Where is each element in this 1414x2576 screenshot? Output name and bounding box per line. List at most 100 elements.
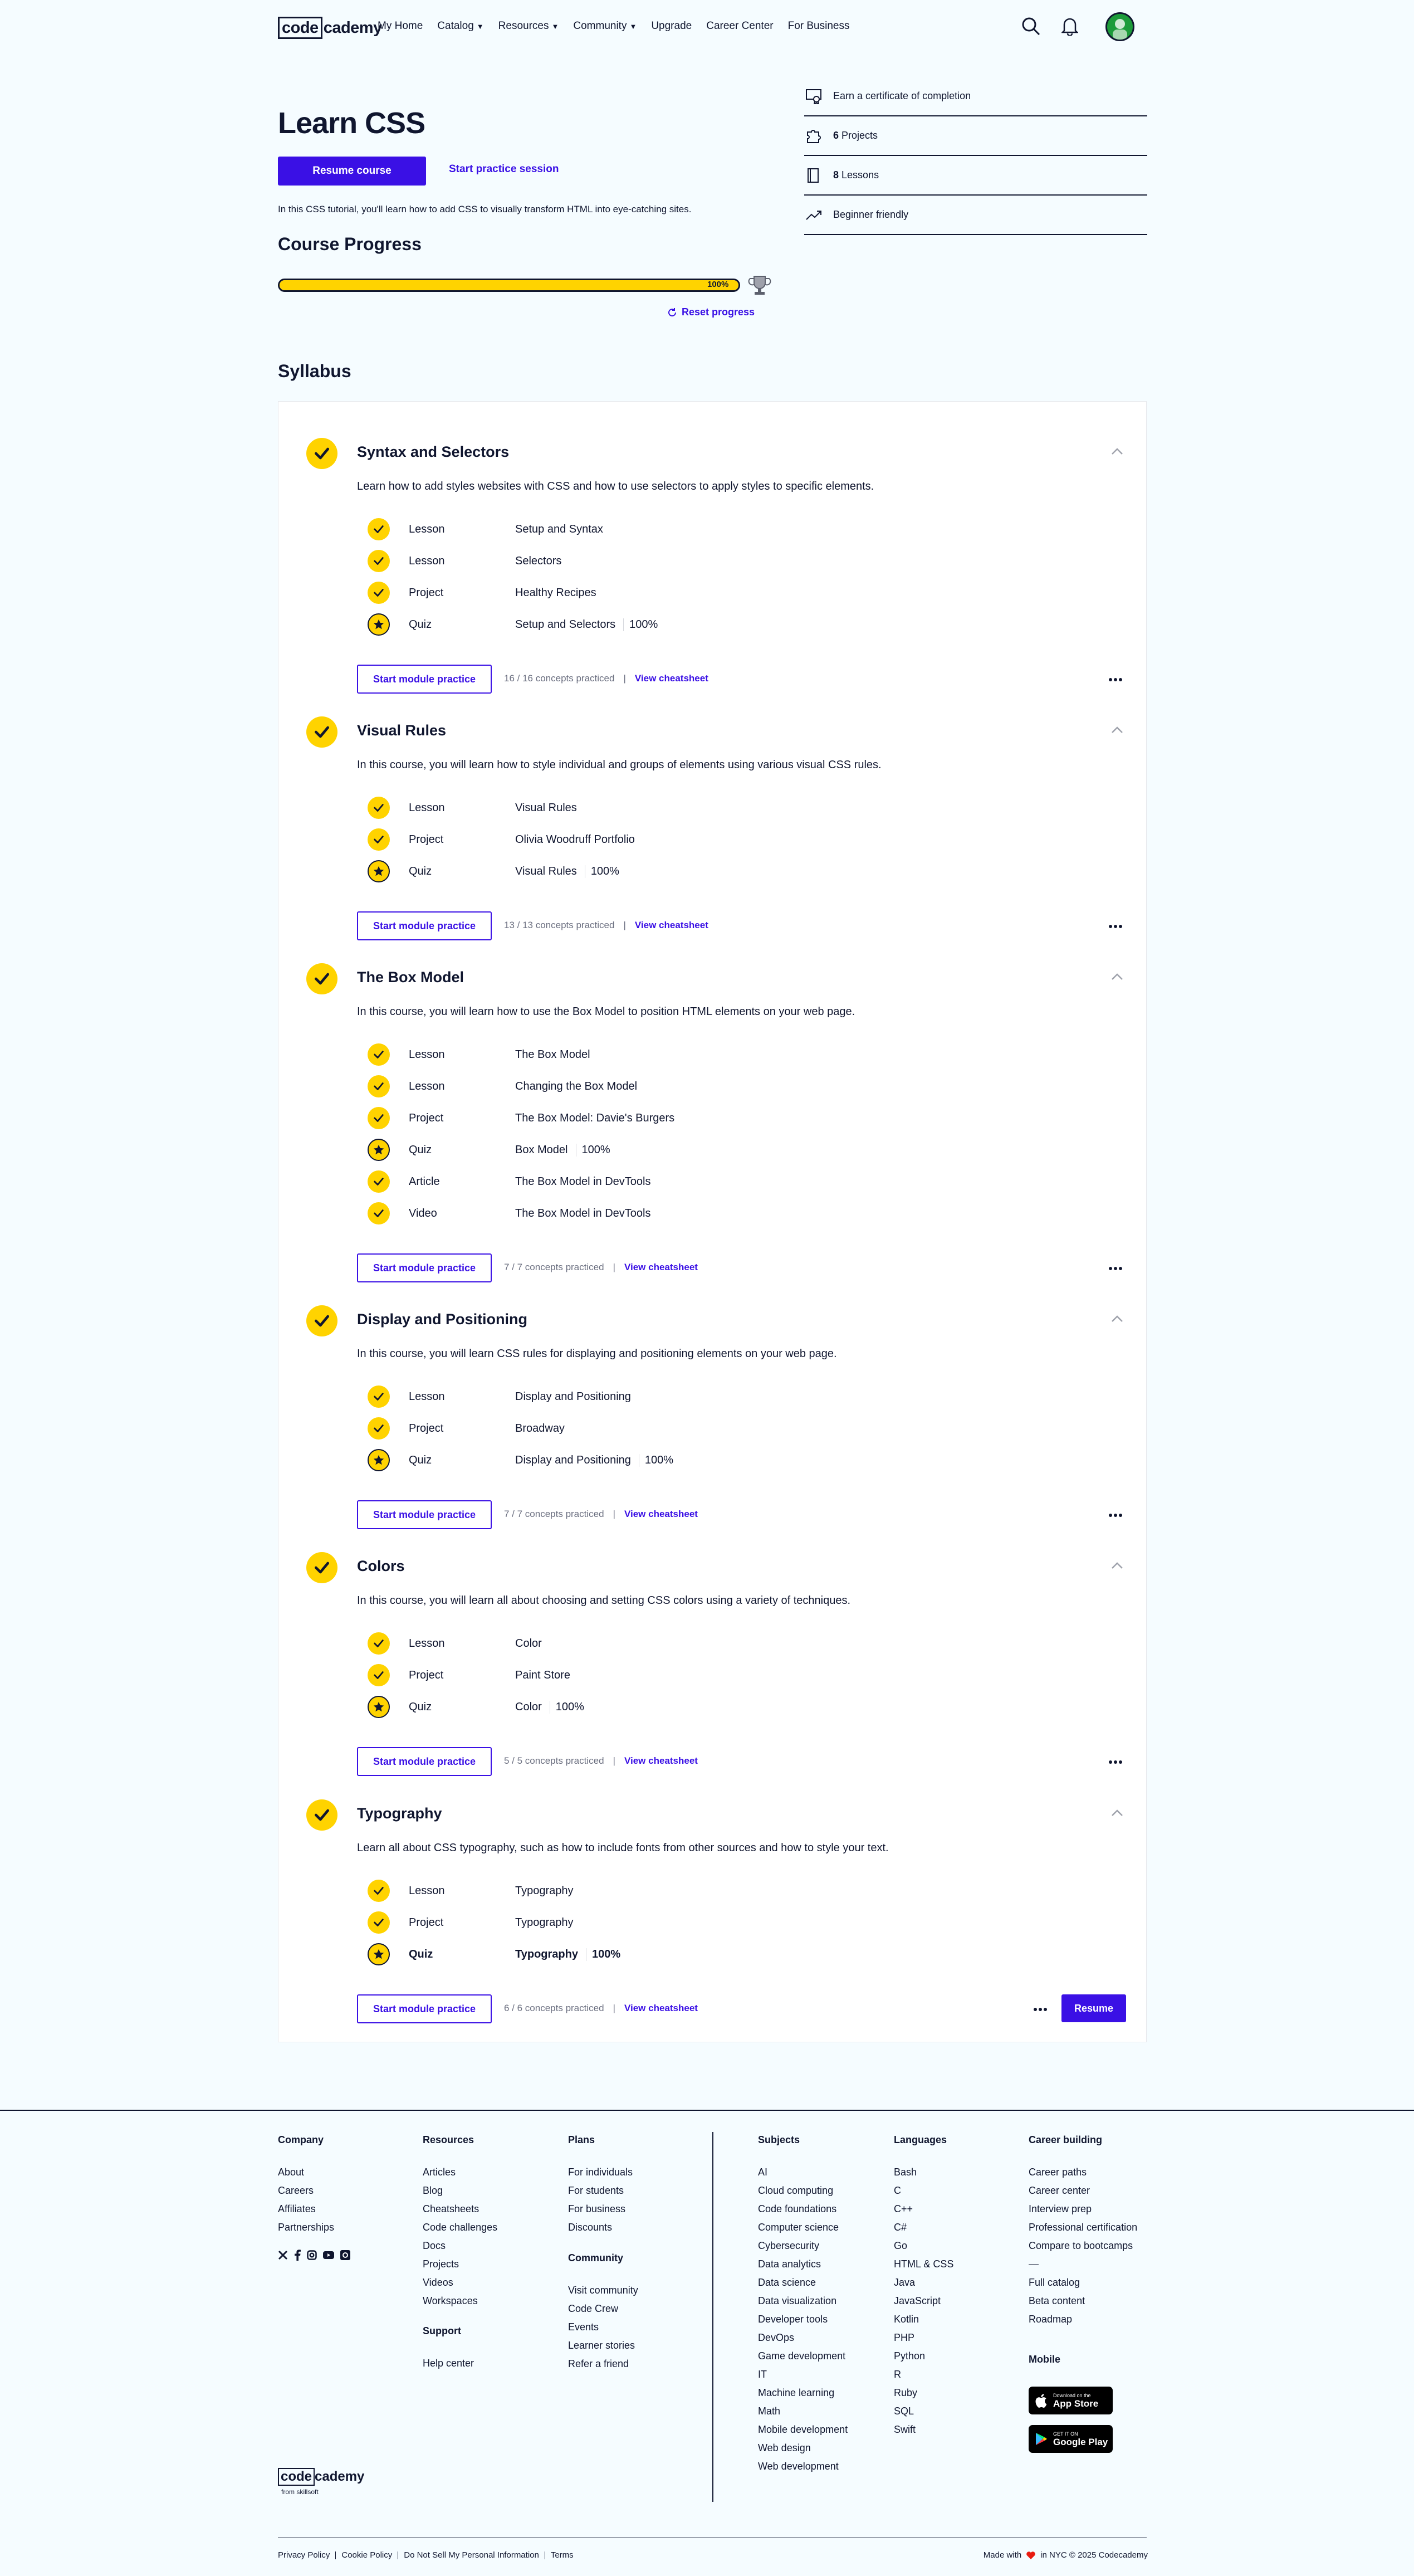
footer-link[interactable]: Data science — [758, 2273, 848, 2292]
do-not-sell-link[interactable]: Do Not Sell My Personal Information — [404, 2550, 539, 2560]
module-item[interactable]: Quiz Display and Positioning 100% — [368, 1449, 1092, 1471]
footer-link[interactable]: Professional certification — [1029, 2218, 1137, 2237]
footer-logo[interactable]: code cademy from skillsoft — [278, 2468, 364, 2496]
module-item[interactable]: Project Broadway — [368, 1417, 1092, 1440]
footer-link[interactable]: Beta content — [1029, 2292, 1137, 2310]
view-cheatsheet-link[interactable]: View cheatsheet — [635, 673, 708, 684]
footer-link[interactable]: Kotlin — [894, 2310, 953, 2329]
module-item[interactable]: Quiz Visual Rules 100% — [368, 860, 1092, 882]
cookie-policy-link[interactable]: Cookie Policy — [341, 2550, 392, 2560]
view-cheatsheet-link[interactable]: View cheatsheet — [624, 1755, 698, 1766]
footer-link[interactable]: Projects — [423, 2255, 497, 2273]
footer-link[interactable]: Affiliates — [278, 2200, 334, 2218]
start-module-practice-button[interactable]: Start module practice — [357, 665, 492, 694]
footer-link[interactable]: C++ — [894, 2200, 953, 2218]
footer-link[interactable]: Discounts — [568, 2218, 633, 2237]
footer-link[interactable]: Mobile development — [758, 2421, 848, 2439]
reset-progress-link[interactable]: Reset progress — [667, 306, 755, 318]
footer-link[interactable]: Python — [894, 2347, 953, 2365]
start-practice-session-link[interactable]: Start practice session — [449, 163, 559, 175]
module-item[interactable]: Lesson Setup and Syntax — [368, 518, 1092, 540]
footer-link[interactable]: Bash — [894, 2163, 953, 2182]
footer-link[interactable]: Docs — [423, 2237, 497, 2255]
footer-link[interactable]: Java — [894, 2273, 953, 2292]
nav-for-business[interactable]: For Business — [788, 20, 850, 32]
start-module-practice-button[interactable]: Start module practice — [357, 1747, 492, 1776]
footer-link[interactable]: Data analytics — [758, 2255, 848, 2273]
module-title[interactable]: Syntax and Selectors — [357, 443, 509, 461]
footer-link[interactable]: DevOps — [758, 2329, 848, 2347]
google-play-badge[interactable]: GET IT ON Google Play — [1029, 2425, 1113, 2453]
footer-link[interactable]: About — [278, 2163, 334, 2182]
footer-link[interactable]: SQL — [894, 2402, 953, 2421]
codecademy-logo[interactable]: code cademy — [278, 17, 382, 39]
footer-link[interactable]: HTML & CSS — [894, 2255, 953, 2273]
more-options-icon[interactable] — [1109, 678, 1122, 681]
footer-link[interactable]: Swift — [894, 2421, 953, 2439]
footer-link[interactable]: Data visualization — [758, 2292, 848, 2310]
module-item[interactable]: Project The Box Model: Davie's Burgers — [368, 1107, 1092, 1129]
footer-link[interactable]: Code foundations — [758, 2200, 848, 2218]
podcast-icon[interactable] — [340, 2250, 350, 2260]
chevron-up-icon[interactable] — [1111, 1315, 1123, 1323]
more-options-icon[interactable] — [1034, 2008, 1047, 2011]
resume-course-button[interactable]: Resume course — [278, 157, 426, 186]
start-module-practice-button[interactable]: Start module practice — [357, 1253, 492, 1282]
module-item[interactable]: Quiz Typography 100% — [368, 1943, 1092, 1965]
footer-link[interactable]: Cloud computing — [758, 2182, 848, 2200]
footer-link[interactable]: Web design — [758, 2439, 848, 2457]
module-title[interactable]: Visual Rules — [357, 722, 446, 739]
footer-link[interactable]: Code challenges — [423, 2218, 497, 2237]
module-title[interactable]: Display and Positioning — [357, 1311, 527, 1328]
footer-link[interactable]: C — [894, 2182, 953, 2200]
module-item[interactable]: Lesson Visual Rules — [368, 797, 1092, 819]
module-item[interactable]: Project Olivia Woodruff Portfolio — [368, 828, 1092, 851]
footer-link[interactable]: For individuals — [568, 2163, 633, 2182]
module-item[interactable]: Quiz Setup and Selectors 100% — [368, 613, 1092, 636]
footer-link[interactable]: Refer a friend — [568, 2355, 638, 2373]
instagram-icon[interactable] — [307, 2250, 317, 2260]
footer-link[interactable]: Articles — [423, 2163, 497, 2182]
chevron-up-icon[interactable] — [1111, 1562, 1123, 1569]
footer-link[interactable]: Help center — [423, 2354, 474, 2373]
footer-link[interactable]: Careers — [278, 2182, 334, 2200]
footer-link[interactable]: Events — [568, 2318, 638, 2336]
chevron-up-icon[interactable] — [1111, 447, 1123, 455]
module-item[interactable]: Project Healthy Recipes — [368, 582, 1092, 604]
footer-link[interactable]: For students — [568, 2182, 633, 2200]
module-title[interactable]: Colors — [357, 1558, 405, 1575]
footer-link[interactable]: Full catalog — [1029, 2273, 1137, 2292]
footer-link[interactable]: For business — [568, 2200, 633, 2218]
footer-link[interactable]: Compare to bootcamps — [1029, 2237, 1137, 2255]
terms-link[interactable]: Terms — [551, 2550, 574, 2560]
module-item[interactable]: Lesson Typography — [368, 1880, 1092, 1902]
start-module-practice-button[interactable]: Start module practice — [357, 1500, 492, 1529]
nav-my-home[interactable]: My Home — [378, 20, 423, 32]
facebook-icon[interactable] — [294, 2250, 301, 2261]
footer-link[interactable]: AI — [758, 2163, 848, 2182]
footer-link[interactable]: Code Crew — [568, 2300, 638, 2318]
module-title[interactable]: The Box Model — [357, 969, 464, 986]
nav-resources[interactable]: Resources ▼ — [498, 20, 559, 32]
more-options-icon[interactable] — [1109, 1760, 1122, 1764]
avatar[interactable] — [1105, 12, 1134, 41]
module-item[interactable]: Project Typography — [368, 1911, 1092, 1934]
footer-link[interactable]: C# — [894, 2218, 953, 2237]
footer-link[interactable]: Web development — [758, 2457, 848, 2476]
footer-link[interactable]: Machine learning — [758, 2384, 848, 2402]
footer-link[interactable]: Roadmap — [1029, 2310, 1137, 2329]
module-item[interactable]: Lesson Display and Positioning — [368, 1385, 1092, 1408]
chevron-up-icon[interactable] — [1111, 726, 1123, 734]
view-cheatsheet-link[interactable]: View cheatsheet — [624, 2003, 698, 2013]
footer-link[interactable]: Cheatsheets — [423, 2200, 497, 2218]
footer-link[interactable]: Learner stories — [568, 2336, 638, 2355]
view-cheatsheet-link[interactable]: View cheatsheet — [635, 920, 708, 930]
bell-icon[interactable] — [1061, 17, 1078, 36]
footer-link[interactable]: PHP — [894, 2329, 953, 2347]
footer-link[interactable]: Partnerships — [278, 2218, 334, 2237]
more-options-icon[interactable] — [1109, 925, 1122, 928]
nav-career-center[interactable]: Career Center — [706, 20, 773, 32]
footer-link[interactable]: Career center — [1029, 2182, 1137, 2200]
module-item[interactable]: Video The Box Model in DevTools — [368, 1202, 1092, 1224]
footer-link[interactable]: Developer tools — [758, 2310, 848, 2329]
